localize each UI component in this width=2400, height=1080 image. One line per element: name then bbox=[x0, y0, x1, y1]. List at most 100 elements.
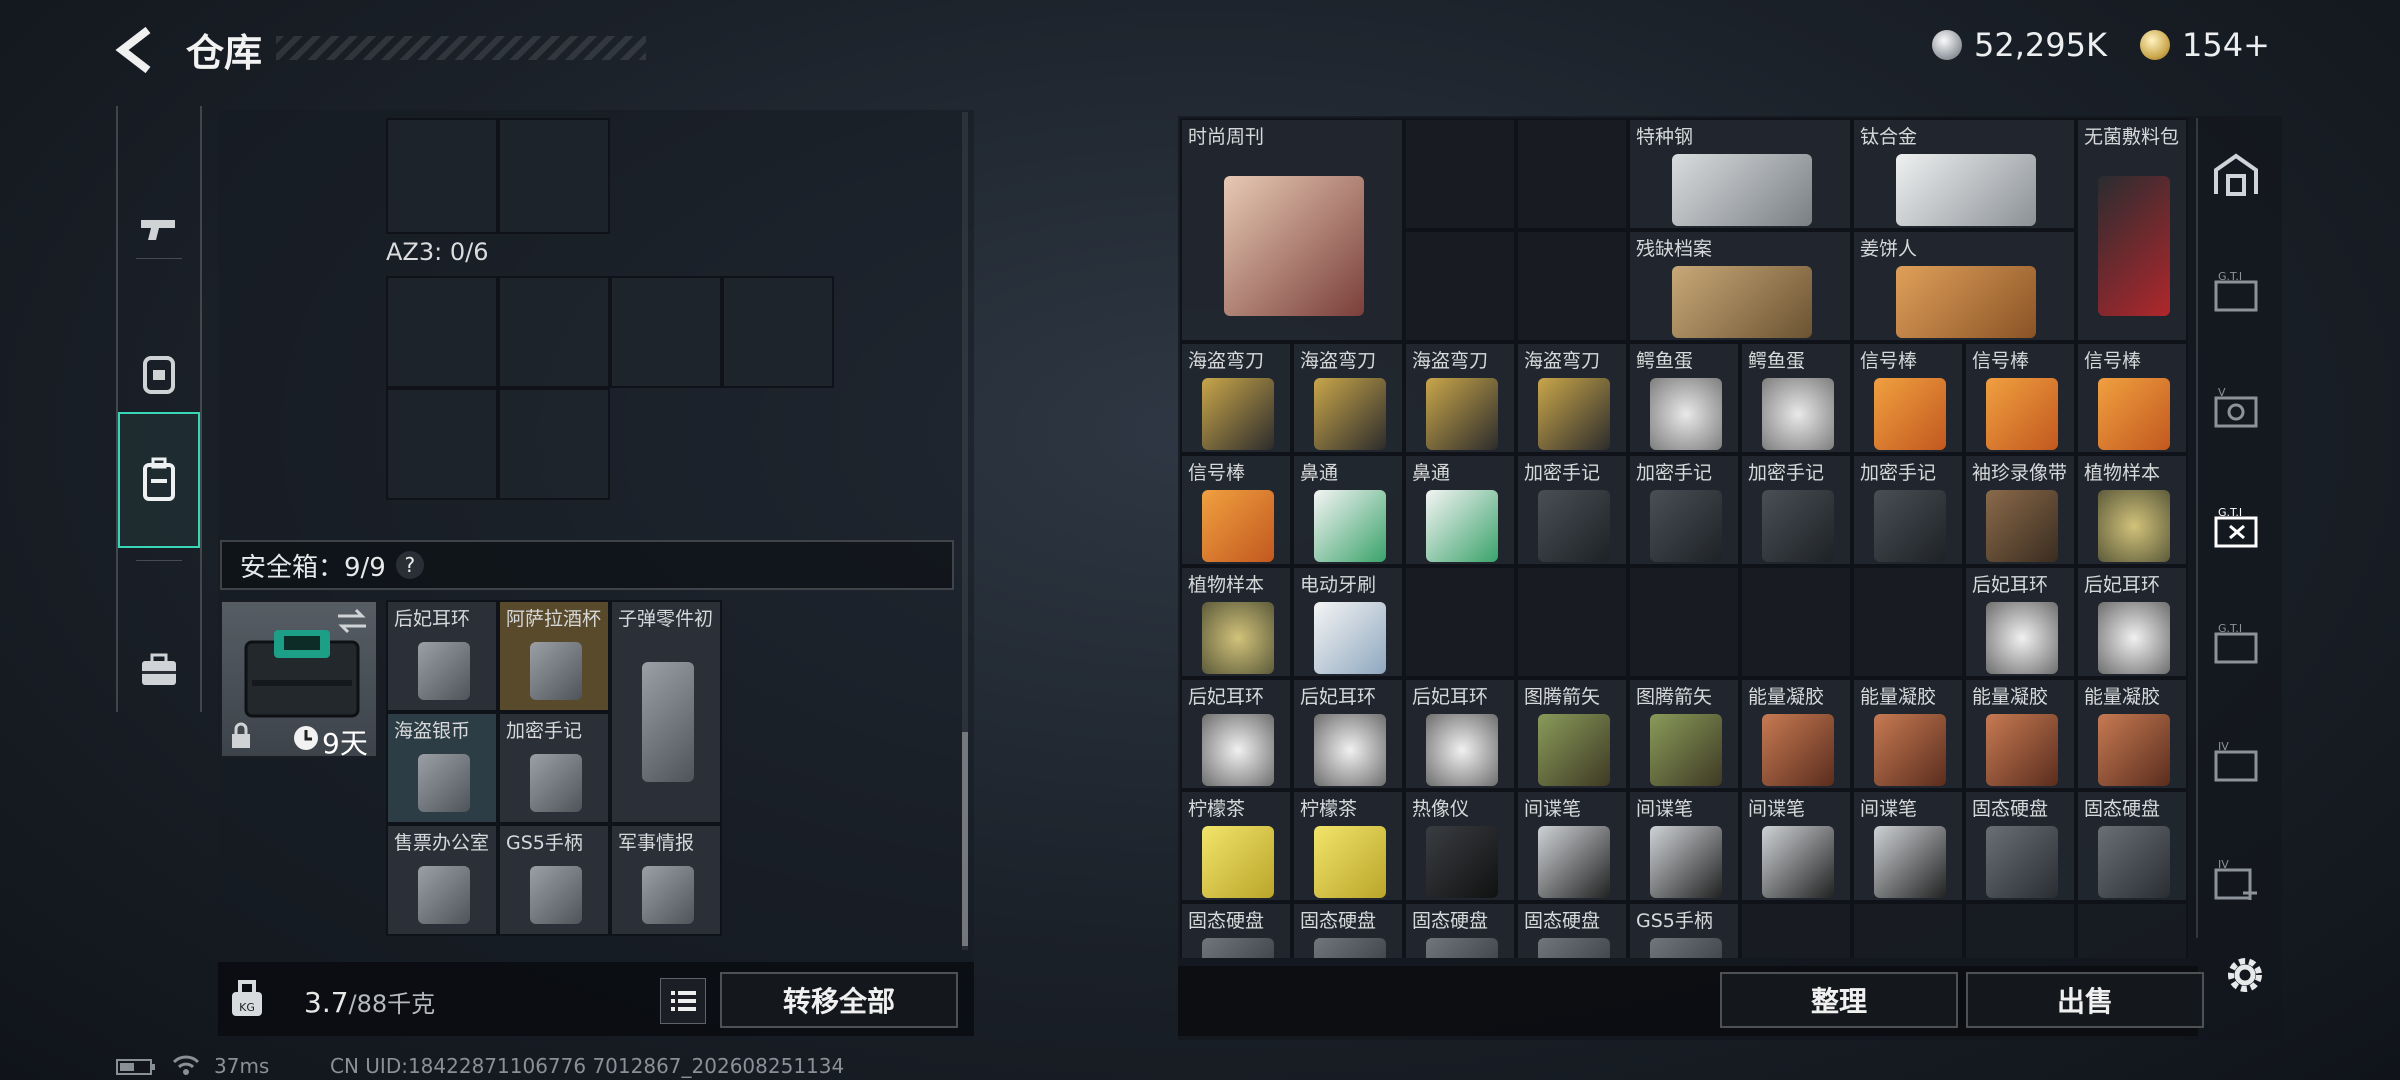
transfer-all-button[interactable]: 转移全部 bbox=[720, 972, 958, 1028]
warehouse-item-slot[interactable]: 时尚周刊 bbox=[1180, 118, 1404, 342]
safe-item-slot[interactable]: 售票办公室 bbox=[386, 824, 498, 936]
warehouse-item-slot[interactable]: 袖珍录像带 bbox=[1964, 454, 2076, 566]
empty-slot[interactable] bbox=[610, 276, 722, 388]
warehouse-item-slot[interactable]: 柠檬茶 bbox=[1292, 790, 1404, 902]
warehouse-item-slot[interactable]: 信号棒 bbox=[1964, 342, 2076, 454]
warehouse-item-slot[interactable]: 后妃耳环 bbox=[1292, 678, 1404, 790]
swap-icon[interactable] bbox=[336, 608, 368, 634]
warehouse-item-slot[interactable]: 鼻通 bbox=[1292, 454, 1404, 566]
warehouse-item-slot[interactable]: 图腾箭矢 bbox=[1628, 678, 1740, 790]
empty-slot[interactable] bbox=[1516, 566, 1628, 678]
empty-slot[interactable] bbox=[386, 276, 498, 388]
warehouse-item-slot[interactable]: 信号棒 bbox=[2076, 342, 2188, 454]
warehouse-item-slot[interactable]: 信号棒 bbox=[1852, 342, 1964, 454]
warehouse-item-slot[interactable]: 间谍笔 bbox=[1516, 790, 1628, 902]
empty-slot[interactable] bbox=[498, 276, 610, 388]
help-icon[interactable]: ? bbox=[395, 551, 424, 579]
safe-item-slot[interactable]: 阿萨拉酒杯 bbox=[498, 600, 610, 712]
safe-item-slot[interactable]: 军事情报 bbox=[610, 824, 722, 936]
empty-slot[interactable] bbox=[1740, 566, 1852, 678]
tab-home[interactable] bbox=[2210, 148, 2262, 200]
tab-gti-2[interactable]: G.T.I bbox=[2210, 618, 2262, 670]
nav-case[interactable] bbox=[118, 602, 200, 738]
warehouse-item-slot[interactable]: 加密手记 bbox=[1852, 454, 1964, 566]
warehouse-item-slot[interactable]: 海盗弯刀 bbox=[1516, 342, 1628, 454]
tab-gti-active[interactable]: G.T.I bbox=[2210, 502, 2262, 554]
settings-gear-icon[interactable] bbox=[2222, 952, 2268, 998]
empty-slot[interactable] bbox=[1740, 902, 1852, 958]
empty-slot[interactable] bbox=[1628, 566, 1740, 678]
warehouse-item-slot[interactable]: 间谍笔 bbox=[1852, 790, 1964, 902]
warehouse-item-slot[interactable]: 间谍笔 bbox=[1740, 790, 1852, 902]
warehouse-item-slot[interactable]: 特种钢 bbox=[1628, 118, 1852, 230]
safe-item-slot[interactable]: 后妃耳环 bbox=[386, 600, 498, 712]
warehouse-item-slot[interactable]: 固态硬盘 bbox=[2076, 790, 2188, 902]
warehouse-item-slot[interactable]: 植物样本 bbox=[1180, 566, 1292, 678]
safe-item-slot[interactable]: GS5手柄 bbox=[498, 824, 610, 936]
warehouse-item-slot[interactable]: 无菌敷料包 bbox=[2076, 118, 2188, 342]
warehouse-item-slot[interactable]: GS5手柄 bbox=[1628, 902, 1740, 958]
empty-slot[interactable] bbox=[1516, 230, 1628, 342]
safe-item-slot[interactable]: 海盗银币 bbox=[386, 712, 498, 824]
warehouse-item-slot[interactable]: 后妃耳环 bbox=[1404, 678, 1516, 790]
warehouse-item-slot[interactable]: 能量凝胶 bbox=[2076, 678, 2188, 790]
warehouse-item-slot[interactable]: 信号棒 bbox=[1180, 454, 1292, 566]
empty-slot[interactable] bbox=[386, 388, 498, 500]
warehouse-item-slot[interactable]: 间谍笔 bbox=[1628, 790, 1740, 902]
empty-slot[interactable] bbox=[1404, 118, 1516, 230]
warehouse-item-slot[interactable]: 柠檬茶 bbox=[1180, 790, 1292, 902]
warehouse-item-slot[interactable]: 后妃耳环 bbox=[1180, 678, 1292, 790]
back-icon[interactable] bbox=[112, 24, 158, 76]
warehouse-item-slot[interactable]: 钛合金 bbox=[1852, 118, 2076, 230]
left-scroll-thumb[interactable] bbox=[962, 732, 968, 946]
warehouse-item-slot[interactable]: 鳄鱼蛋 bbox=[1628, 342, 1740, 454]
warehouse-item-slot[interactable]: 固态硬盘 bbox=[1964, 790, 2076, 902]
safe-item-slot[interactable]: 子弹零件初 bbox=[610, 600, 722, 824]
warehouse-item-slot[interactable]: 固态硬盘 bbox=[1292, 902, 1404, 958]
warehouse-item-slot[interactable]: 海盗弯刀 bbox=[1404, 342, 1516, 454]
empty-slot[interactable] bbox=[2076, 902, 2188, 958]
warehouse-item-slot[interactable]: 海盗弯刀 bbox=[1292, 342, 1404, 454]
tab-iv-add[interactable]: IV bbox=[2210, 854, 2262, 906]
empty-slot[interactable] bbox=[386, 118, 498, 234]
gold-currency[interactable]: 154+ bbox=[2140, 26, 2270, 64]
warehouse-item-slot[interactable]: 植物样本 bbox=[2076, 454, 2188, 566]
warehouse-item-slot[interactable]: 加密手记 bbox=[1628, 454, 1740, 566]
warehouse-item-slot[interactable]: 残缺档案 bbox=[1628, 230, 1852, 342]
warehouse-item-slot[interactable]: 姜饼人 bbox=[1852, 230, 2076, 342]
warehouse-item-slot[interactable]: 固态硬盘 bbox=[1180, 902, 1292, 958]
warehouse-item-slot[interactable]: 电动牙刷 bbox=[1292, 566, 1404, 678]
warehouse-item-slot[interactable]: 后妃耳环 bbox=[1964, 566, 2076, 678]
warehouse-item-slot[interactable]: 鼻通 bbox=[1404, 454, 1516, 566]
warehouse-item-slot[interactable]: 热像仪 bbox=[1404, 790, 1516, 902]
sort-button[interactable]: 整理 bbox=[1720, 972, 1958, 1028]
nav-backpack[interactable] bbox=[118, 412, 200, 548]
list-view-button[interactable] bbox=[660, 978, 706, 1024]
safe-item-slot[interactable]: 加密手记 bbox=[498, 712, 610, 824]
warehouse-item-slot[interactable]: 能量凝胶 bbox=[1964, 678, 2076, 790]
warehouse-item-slot[interactable]: 加密手记 bbox=[1740, 454, 1852, 566]
empty-slot[interactable] bbox=[1964, 902, 2076, 958]
empty-slot[interactable] bbox=[498, 388, 610, 500]
warehouse-item-slot[interactable]: 图腾箭矢 bbox=[1516, 678, 1628, 790]
warehouse-item-slot[interactable]: 后妃耳环 bbox=[2076, 566, 2188, 678]
tab-v[interactable]: V bbox=[2210, 382, 2262, 434]
empty-slot[interactable] bbox=[1852, 566, 1964, 678]
nav-weapon[interactable] bbox=[118, 160, 200, 296]
empty-slot[interactable] bbox=[1404, 566, 1516, 678]
empty-slot[interactable] bbox=[1852, 902, 1964, 958]
empty-slot[interactable] bbox=[1516, 118, 1628, 230]
warehouse-item-slot[interactable]: 固态硬盘 bbox=[1404, 902, 1516, 958]
empty-slot[interactable] bbox=[722, 276, 834, 388]
tab-iv-1[interactable]: IV bbox=[2210, 736, 2262, 788]
safe-case-slot[interactable]: 9天 bbox=[220, 600, 378, 760]
tab-gti-1[interactable]: G.T.I bbox=[2210, 266, 2262, 318]
warehouse-item-slot[interactable]: 能量凝胶 bbox=[1740, 678, 1852, 790]
warehouse-item-slot[interactable]: 鳄鱼蛋 bbox=[1740, 342, 1852, 454]
empty-slot[interactable] bbox=[1404, 230, 1516, 342]
warehouse-item-slot[interactable]: 固态硬盘 bbox=[1516, 902, 1628, 958]
warehouse-item-slot[interactable]: 海盗弯刀 bbox=[1180, 342, 1292, 454]
warehouse-item-slot[interactable]: 加密手记 bbox=[1516, 454, 1628, 566]
sell-button[interactable]: 出售 bbox=[1966, 972, 2204, 1028]
warehouse-item-slot[interactable]: 能量凝胶 bbox=[1852, 678, 1964, 790]
